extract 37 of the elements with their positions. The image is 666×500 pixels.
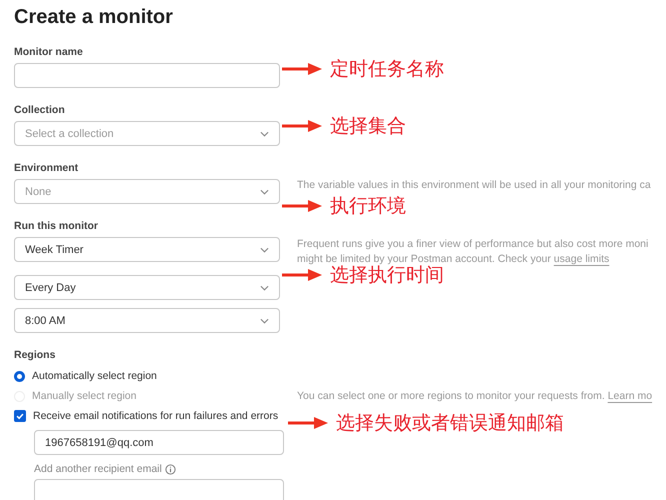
checkbox[interactable] bbox=[14, 410, 26, 422]
dropdown[interactable]: Every Day bbox=[14, 275, 280, 300]
dropdown[interactable]: 8:00 AM bbox=[14, 308, 280, 333]
chevron-down-icon bbox=[260, 246, 269, 252]
help-text: might be limited by your Postman account. Check your bbox=[297, 253, 551, 265]
annotation-text: 选择执行时间 bbox=[330, 264, 444, 288]
help-text: The variable values in this environment will be used in all your monitoring ca bbox=[297, 179, 651, 192]
arrow bbox=[288, 417, 328, 429]
help-text: Frequent runs give you a finer view of performance but also cost more moni bbox=[297, 237, 648, 252]
arrow bbox=[282, 120, 322, 132]
annotation-text: 选择集合 bbox=[330, 114, 406, 139]
email-field[interactable] bbox=[34, 479, 284, 500]
info-icon bbox=[164, 464, 176, 474]
dropdown[interactable]: Week Timer bbox=[14, 237, 280, 262]
chevron-down-icon bbox=[260, 188, 269, 194]
field-label: Environment bbox=[14, 161, 78, 175]
arrow bbox=[282, 269, 322, 281]
field-label: Run this monitor bbox=[14, 219, 98, 233]
help-text: You can select one or more regions to monitor your requests from. bbox=[297, 390, 605, 402]
radio-label[interactable]: Automatically select region bbox=[32, 370, 157, 382]
field-label: Monitor name bbox=[14, 45, 83, 59]
radio-button[interactable] bbox=[14, 370, 25, 382]
chevron-down-icon bbox=[260, 318, 269, 324]
annotation-text: 执行环境 bbox=[330, 194, 406, 219]
arrow bbox=[282, 63, 322, 75]
chevron-down-icon bbox=[260, 284, 269, 290]
checkbox-label[interactable]: Receive email notifications for run failures and errors bbox=[33, 410, 278, 422]
field-label: Add another recipient email bbox=[34, 463, 162, 475]
annotation-text: 选择失败或者错误通知邮箱 bbox=[336, 411, 564, 436]
field-label: Regions bbox=[14, 348, 56, 362]
chevron-down-icon bbox=[260, 130, 269, 136]
annotation-text: 定时任务名称 bbox=[330, 57, 444, 82]
field-label: Collection bbox=[14, 103, 65, 117]
text-field[interactable] bbox=[14, 63, 280, 88]
arrow bbox=[282, 200, 322, 212]
page-title: Create a monitor bbox=[14, 5, 173, 30]
email-field[interactable]: 1967658191@qq.com bbox=[34, 430, 284, 455]
